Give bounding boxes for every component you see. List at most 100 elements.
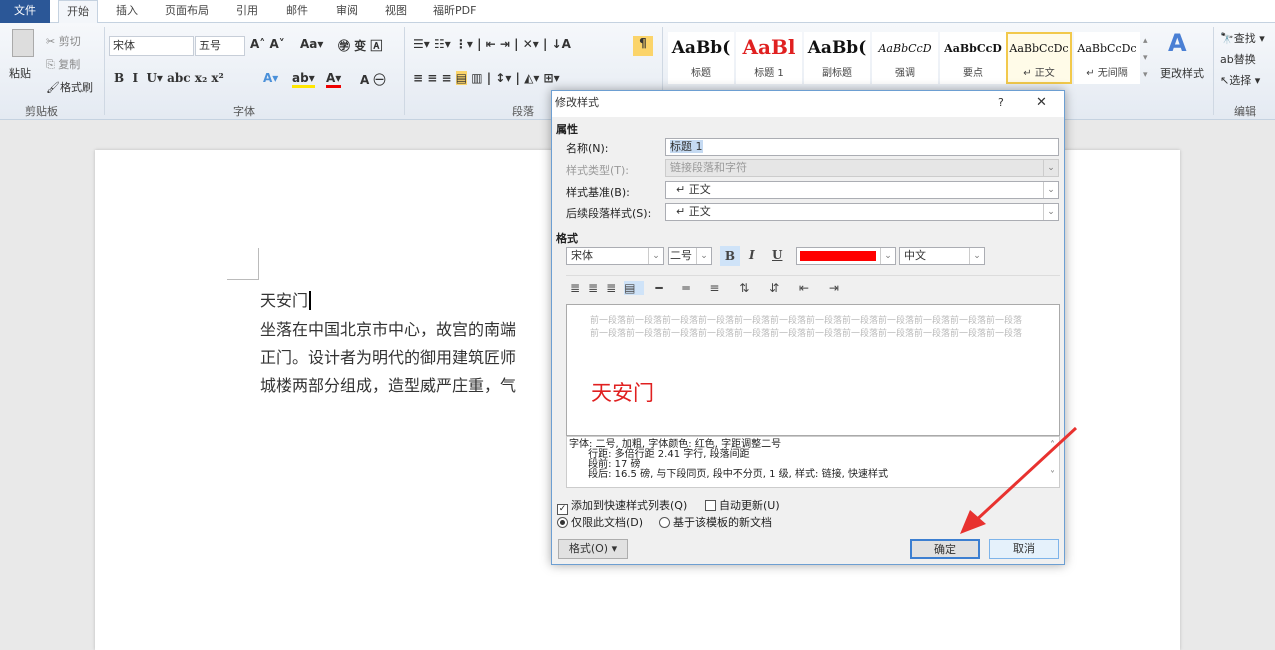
language-select[interactable]: 中文 ⌄: [899, 247, 985, 265]
show-marks-icon[interactable]: ¶: [633, 36, 653, 56]
description-text: 字体: 二号, 加粗, 字体颜色: 红色, 字距调整二号 行距: 多倍行距 2.…: [569, 439, 888, 480]
doc-line[interactable]: 正门。设计者为明代的御用建筑匠师: [260, 344, 516, 368]
tab-view[interactable]: 视图: [377, 0, 415, 23]
tab-references[interactable]: 引用: [228, 0, 266, 23]
underline-toggle[interactable]: U: [772, 248, 782, 262]
font-select[interactable]: 宋体 ⌄: [566, 247, 664, 265]
styles-scroll[interactable]: ▴ ▾ ▾: [1143, 33, 1148, 84]
select-button[interactable]: ↖选择 ▾: [1220, 72, 1260, 88]
tab-foxit-pdf[interactable]: 福昕PDF: [425, 0, 484, 23]
chevron-down-icon[interactable]: ⌄: [648, 248, 663, 264]
add-quick-label: 添加到快速样式列表(Q): [571, 499, 688, 512]
style-type-select: 链接段落和字符 ⌄: [665, 159, 1059, 177]
preview-heading: 天安门: [591, 381, 654, 405]
doc-heading[interactable]: 天安门: [260, 287, 317, 311]
bold-toggle[interactable]: B: [720, 246, 740, 266]
doc-line[interactable]: 城楼两部分组成，造型威严庄重，气: [260, 372, 516, 396]
name-input[interactable]: 标题 1: [665, 138, 1059, 156]
format-menu-button[interactable]: 格式(O) ▾: [558, 539, 628, 559]
group-editing-label: 编辑: [1234, 105, 1256, 118]
ok-button[interactable]: 确定: [910, 539, 980, 559]
language-value: 中文: [904, 249, 926, 262]
new-documents-radio[interactable]: 基于该模板的新文档: [659, 514, 772, 530]
auto-update-checkbox[interactable]: 自动更新(U): [705, 497, 780, 513]
divider: [404, 27, 405, 115]
group-paragraph-label: 段落: [512, 105, 534, 118]
next-style-select[interactable]: ↵ 正文 ⌄: [665, 203, 1059, 221]
style-no-spacing[interactable]: AaBbCcDc ↵ 无间隔: [1074, 32, 1140, 84]
only-this-document-radio[interactable]: 仅限此文档(D): [557, 514, 643, 530]
style-strong[interactable]: AaBbCcD 要点: [940, 32, 1006, 84]
font-color-select[interactable]: ⌄: [796, 247, 896, 265]
font-size-combo[interactable]: 五号: [195, 36, 245, 56]
italic-toggle[interactable]: I: [749, 248, 755, 262]
new-docs-label: 基于该模板的新文档: [673, 516, 772, 529]
next-style-label: 后续段落样式(S):: [566, 207, 652, 220]
style-emphasis[interactable]: AaBbCcD 强调: [872, 32, 938, 84]
change-styles-icon[interactable]: A: [1168, 29, 1187, 57]
tab-review[interactable]: 审阅: [328, 0, 366, 23]
list-icons[interactable]: ☰▾ ☷▾ ⋮▾ | ⇤ ⇥ | ✕▾ | ↓A: [413, 37, 571, 51]
paste-icon[interactable]: [12, 29, 34, 57]
style-preview: AaBb(: [807, 38, 867, 58]
highlight-icon[interactable]: ab▾: [292, 71, 315, 88]
find-button[interactable]: 🔭查找 ▾: [1220, 30, 1265, 46]
char-shading-icon[interactable]: A ㊀: [360, 71, 385, 88]
style-heading1[interactable]: AaBl 标题 1: [736, 32, 802, 84]
style-name: 副标题: [822, 68, 852, 79]
divider: [1213, 27, 1214, 115]
size-select[interactable]: 二号 ⌄: [668, 247, 712, 265]
style-title[interactable]: AaBb( 标题: [668, 32, 734, 84]
close-button[interactable]: ✕: [1036, 91, 1047, 115]
style-subtitle[interactable]: AaBb( 副标题: [804, 32, 870, 84]
style-name: 要点: [963, 68, 983, 79]
align-icons[interactable]: ≡ ≡ ≡ ▤ ▥ | ↕▾ | ◭▾ ⊞▾: [413, 71, 560, 85]
chevron-down-icon[interactable]: ⌄: [880, 248, 895, 264]
cancel-button[interactable]: 取消: [989, 539, 1059, 559]
font-name-combo[interactable]: 宋体: [109, 36, 194, 56]
change-styles-button[interactable]: 更改样式: [1160, 65, 1204, 81]
style-name: 标题 1: [754, 68, 784, 79]
radio-selected: [557, 517, 568, 528]
style-preview: AaBl: [742, 35, 796, 59]
copy-button[interactable]: ⎘ 复制: [46, 56, 80, 72]
chevron-down-icon[interactable]: ⌄: [969, 248, 984, 264]
cut-button[interactable]: ✂ 剪切: [46, 33, 81, 49]
style-preview: AaBb(: [671, 38, 731, 58]
chevron-down-icon[interactable]: ⌄: [1043, 204, 1058, 220]
chevron-down-icon[interactable]: ⌄: [1043, 182, 1058, 198]
grow-font-icon[interactable]: A˄ A˅: [250, 37, 285, 51]
paste-button[interactable]: 粘贴: [9, 65, 31, 81]
font-color-icon[interactable]: A▾: [326, 71, 342, 88]
type-label: 样式类型(T):: [566, 164, 630, 177]
auto-update-label: 自动更新(U): [719, 499, 780, 512]
style-normal[interactable]: AaBbCcDc ↵ 正文: [1006, 32, 1072, 84]
dialog-titlebar: 修改样式 ? ✕: [552, 91, 1064, 117]
font-format-icons[interactable]: B I U▾ abc x₂ x²: [114, 71, 224, 85]
text-effect-icon[interactable]: A▾: [263, 71, 278, 85]
group-clipboard-label: 剪贴板: [25, 105, 58, 118]
doc-line[interactable]: 坐落在中国北京市中心，故宫的南端: [260, 316, 516, 340]
add-quick-style-checkbox[interactable]: ✓ 添加到快速样式列表(Q): [557, 497, 687, 515]
tab-layout[interactable]: 页面布局: [157, 0, 217, 23]
chevron-down-icon[interactable]: ⌄: [696, 248, 711, 264]
format-painter-button[interactable]: 🖌格式刷: [46, 79, 93, 95]
name-label: 名称(N):: [566, 142, 609, 155]
style-name: ↵ 正文: [1023, 68, 1055, 79]
help-button[interactable]: ?: [998, 91, 1004, 115]
tab-insert[interactable]: 插入: [108, 0, 146, 23]
cut-label: 剪切: [58, 35, 81, 48]
phonetic-icon[interactable]: ㊫ 变 🄰: [338, 37, 382, 54]
tab-file[interactable]: 文件: [0, 0, 50, 23]
color-swatch: [800, 251, 876, 261]
text-cursor: [309, 291, 317, 310]
size-value: 二号: [670, 249, 692, 262]
based-on-select[interactable]: ↵ 正文 ⌄: [665, 181, 1059, 199]
style-name: 标题: [691, 68, 711, 79]
replace-button[interactable]: ab替换: [1220, 51, 1256, 67]
margin-marker: [227, 248, 259, 280]
tab-home[interactable]: 开始: [58, 0, 98, 24]
tab-mailings[interactable]: 邮件: [278, 0, 316, 23]
paragraph-align-toolbar[interactable]: ≣≣≣▤ ━ ═ ≡ ⇅ ⇵ ⇤ ⇥: [570, 281, 847, 295]
change-case-icon[interactable]: Aa▾: [300, 37, 323, 51]
